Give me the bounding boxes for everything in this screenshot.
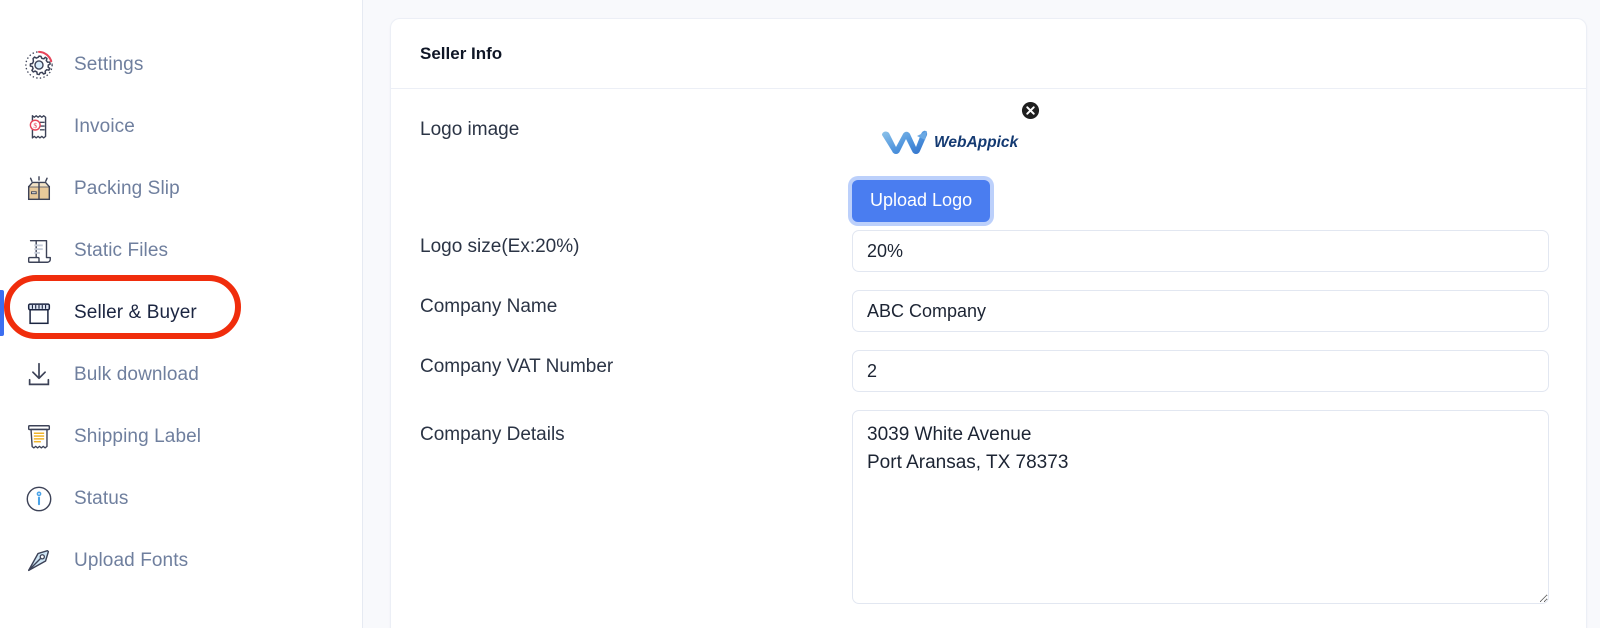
company-name-label: Company Name: [420, 296, 558, 317]
svg-text:$: $: [33, 121, 37, 130]
sidebar-item-bulk-download[interactable]: Bulk download: [0, 344, 362, 406]
sidebar-item-label: Upload Fonts: [74, 550, 189, 571]
company-details-textarea[interactable]: 3039 White Avenue Port Aransas, TX 78373: [852, 410, 1549, 604]
storefront-icon: [22, 296, 56, 330]
sidebar-item-upload-fonts[interactable]: Upload Fonts: [0, 530, 362, 592]
invoice-icon: $: [22, 110, 56, 144]
logo-preview: WebAppick: [880, 101, 1040, 159]
form-row-company-name: Company Name: [391, 290, 1586, 332]
pen-nib-icon: [22, 544, 56, 578]
sidebar-item-label: Packing Slip: [74, 178, 180, 199]
sidebar-item-label: Status: [74, 488, 129, 509]
sidebar-item-label: Static Files: [74, 240, 169, 261]
company-vat-input[interactable]: [852, 350, 1549, 392]
form-row-company-vat: Company VAT Number: [391, 350, 1586, 392]
logo-size-input[interactable]: [852, 230, 1549, 272]
main-content: Seller Info Logo image WebAppick Upload …: [363, 0, 1600, 628]
sidebar-item-invoice[interactable]: $ Invoice: [0, 96, 362, 158]
card-body: Logo image WebAppick Upload Logo Logo si…: [391, 89, 1586, 609]
app-root: Settings $ Invoice Packing Slip Static F…: [0, 0, 1600, 628]
svg-text:WebAppick: WebAppick: [934, 134, 1019, 151]
company-name-input[interactable]: [852, 290, 1549, 332]
close-circle-icon[interactable]: [1021, 101, 1040, 120]
company-details-label: Company Details: [420, 424, 565, 445]
info-circle-icon: [22, 482, 56, 516]
sidebar-item-static-files[interactable]: Static Files: [0, 220, 362, 282]
document-scroll-icon: [22, 234, 56, 268]
logo-size-label: Logo size(Ex:20%): [420, 236, 580, 257]
sidebar-item-label: Settings: [74, 54, 144, 75]
sidebar-item-label: Bulk download: [74, 364, 199, 385]
company-vat-control: [852, 350, 1549, 392]
packing-box-icon: [22, 172, 56, 206]
company-details-control: 3039 White Avenue Port Aransas, TX 78373: [852, 410, 1549, 609]
sidebar-item-status[interactable]: Status: [0, 468, 362, 530]
webappick-logo: WebAppick: [882, 130, 1019, 154]
sidebar-item-settings[interactable]: Settings: [0, 34, 362, 96]
sidebar-item-seller-and-buyer[interactable]: Seller & Buyer: [0, 282, 362, 344]
form-row-logo-image: Logo image WebAppick Upload Logo: [391, 101, 1586, 222]
sidebar-item-shipping-label[interactable]: Shipping Label: [0, 406, 362, 468]
logo-size-control: [852, 230, 1549, 272]
logo-image-control: WebAppick Upload Logo: [852, 101, 1549, 222]
sidebar-item-label: Seller & Buyer: [74, 302, 197, 323]
form-row-company-details: Company Details 3039 White Avenue Port A…: [391, 410, 1586, 609]
download-icon: [22, 358, 56, 392]
company-vat-label: Company VAT Number: [420, 356, 614, 377]
form-row-logo-size: Logo size(Ex:20%): [391, 230, 1586, 272]
sidebar-nav: Settings $ Invoice Packing Slip Static F…: [0, 0, 363, 628]
gear-icon: [22, 48, 56, 82]
logo-area: WebAppick Upload Logo: [852, 101, 1549, 222]
logo-image-label: Logo image: [420, 119, 520, 140]
sidebar-item-label: Shipping Label: [74, 426, 202, 447]
sidebar-item-packing-slip[interactable]: Packing Slip: [0, 158, 362, 220]
company-name-control: [852, 290, 1549, 332]
upload-logo-button[interactable]: Upload Logo: [852, 180, 991, 222]
card-header: Seller Info: [391, 19, 1586, 89]
shipping-label-icon: [22, 420, 56, 454]
seller-info-card: Seller Info Logo image WebAppick Upload …: [390, 18, 1587, 628]
sidebar-item-label: Invoice: [74, 116, 135, 137]
page-title: Seller Info: [420, 43, 503, 63]
